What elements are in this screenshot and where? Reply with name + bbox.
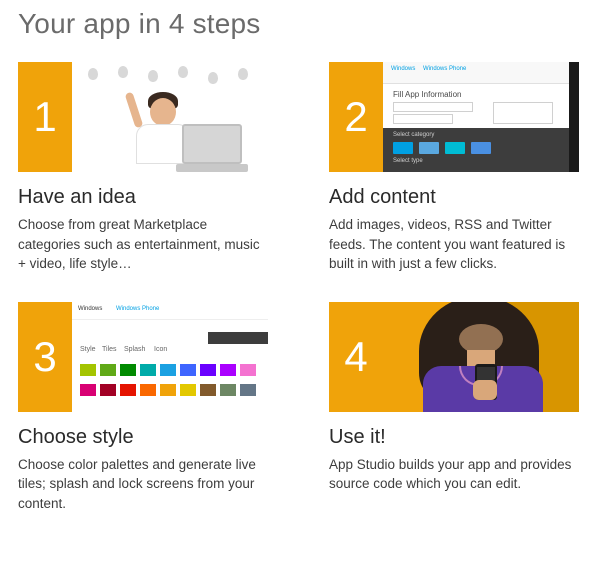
step-2-description: Add images, videos, RSS and Twitter feed… [329,215,579,274]
style-tab: Splash [124,346,145,353]
step-2-visual: 2 Windows Windows Phone Fill App Informa… [329,62,579,172]
lightbulb-icon [208,72,218,84]
person-arm [125,92,144,129]
step-4-visual: 4 [329,302,579,412]
phone-preview [569,62,579,172]
color-swatch [180,364,196,376]
color-swatch [200,364,216,376]
step-1-number: 1 [18,62,72,172]
step-4: 4 Use it! App Studio builds your app and… [329,302,579,514]
color-swatch [140,384,156,396]
step-4-description: App Studio builds your app and provides … [329,455,579,494]
form-toplink: Windows Phone [423,66,466,72]
color-swatch [80,364,96,376]
color-swatch [200,384,216,396]
color-swatch [220,364,236,376]
form-section-label: Select category [393,132,434,138]
lightbulb-icon [88,68,98,80]
color-swatch [240,384,256,396]
color-swatch [100,384,116,396]
form-input [493,102,553,124]
step-1-thumbnail [72,62,268,172]
color-swatch [100,364,116,376]
step-3-number: 3 [18,302,72,412]
color-swatch [220,384,236,396]
color-swatch [140,364,156,376]
step-1-description: Choose from great Marketplace categories… [18,215,268,274]
form-toplink: Windows [391,66,415,72]
person-head [150,98,176,126]
step-4-number: 4 [329,302,383,412]
lightbulb-icon [118,66,128,78]
color-swatch [80,384,96,396]
style-brand: Windows [78,306,102,312]
lightbulb-icon [178,66,188,78]
step-2: 2 Windows Windows Phone Fill App Informa… [329,62,579,274]
lightbulb-icon [148,70,158,82]
color-swatch [160,364,176,376]
lightbulb-icon [238,68,248,80]
style-tab: Style [80,346,96,353]
style-brand: Windows Phone [116,306,159,312]
color-swatch [240,364,256,376]
step-2-title: Add content [329,186,579,209]
steps-grid: 1 Have an idea Choose from great Marketp… [18,62,582,513]
form-input [393,102,473,112]
step-1: 1 Have an idea Choose from great Marketp… [18,62,268,274]
step-3-thumbnail: Windows Windows Phone Style Tiles Splash… [72,302,268,412]
step-1-visual: 1 [18,62,268,172]
step-2-number: 2 [329,62,383,172]
step-2-thumbnail: Windows Windows Phone Fill App Informati… [383,62,579,172]
form-input [393,114,453,124]
form-section-label: Select type [393,158,423,164]
color-swatch [160,384,176,396]
color-swatch [180,384,196,396]
page-title: Your app in 4 steps [18,8,582,40]
laptop-base [176,164,248,172]
step-1-title: Have an idea [18,186,268,209]
style-tab: Icon [154,346,167,353]
form-heading: Fill App Information [393,90,461,99]
step-3-description: Choose color palettes and generate live … [18,455,268,514]
category-chip [419,142,439,154]
step-3-visual: 3 Windows Windows Phone Style Tiles Spla… [18,302,268,412]
step-3: 3 Windows Windows Phone Style Tiles Spla… [18,302,268,514]
color-swatch [120,364,136,376]
laptop-icon [182,124,242,164]
category-chip [471,142,491,154]
color-swatch [120,384,136,396]
step-3-title: Choose style [18,426,268,449]
style-tab: Tiles [102,346,117,353]
style-darktab [208,332,268,344]
category-chip [393,142,413,154]
step-4-title: Use it! [329,426,579,449]
category-chip [445,142,465,154]
step-4-thumbnail [383,302,579,412]
person-hand [473,380,497,400]
